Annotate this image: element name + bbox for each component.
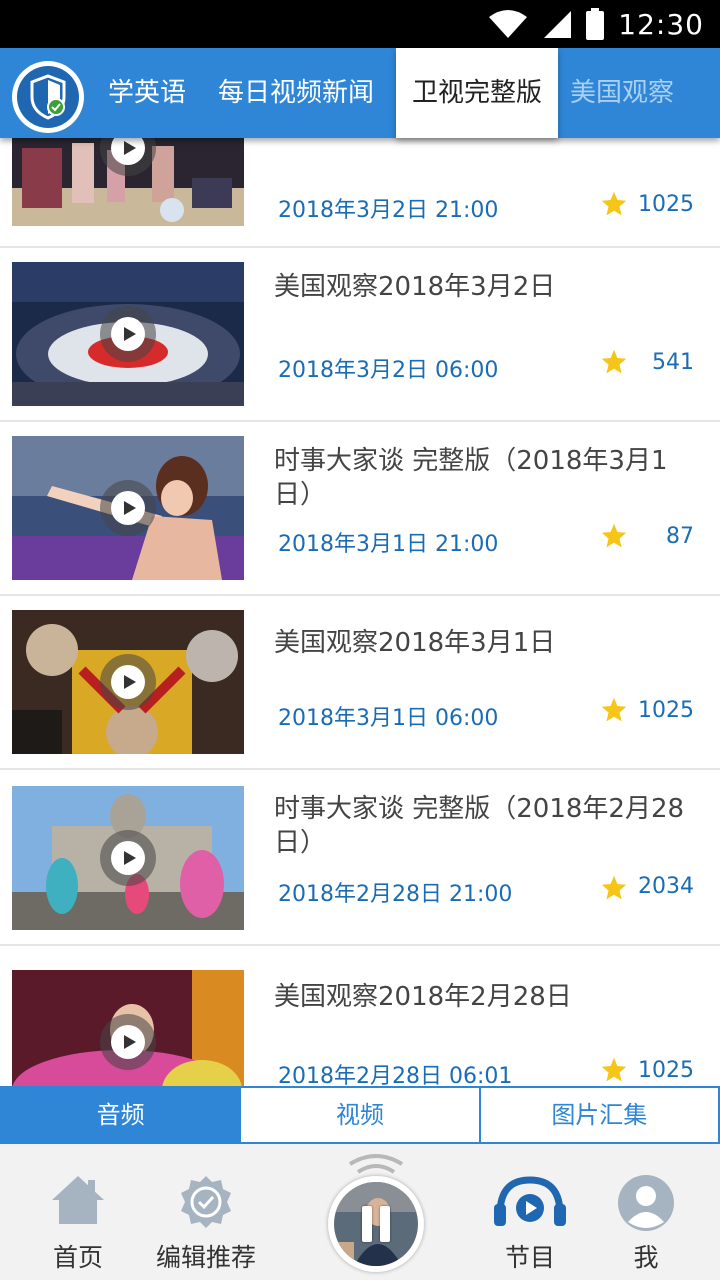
view-count: 2034 <box>638 874 694 899</box>
view-count: 1025 <box>638 192 694 217</box>
nav-editor-picks-label: 编辑推荐 <box>155 1243 256 1272</box>
video-title[interactable]: 美国观察2018年3月2日 <box>274 270 694 304</box>
star-icon[interactable] <box>600 190 628 218</box>
list-item[interactable]: 美国观察2018年2月28日 2018年2月28日 06:01 1025 <box>0 946 720 1086</box>
video-title[interactable]: 美国观察2018年2月28日 <box>274 980 694 1014</box>
video-date: 2018年3月2日 21:00 <box>278 198 499 223</box>
now-playing-artwork <box>334 1182 418 1266</box>
nav-me-label: 我 <box>633 1243 659 1272</box>
play-icon[interactable] <box>100 306 156 362</box>
home-icon <box>52 1176 104 1224</box>
tab-photo-gallery[interactable]: 图片汇集 <box>481 1088 718 1142</box>
list-item[interactable]: 2018年3月2日 21:00 1025 <box>0 138 720 248</box>
tab-video[interactable]: 视频 <box>241 1088 481 1142</box>
nav-editor-picks[interactable]: 编辑推荐 <box>136 1144 276 1280</box>
status-bar: 12:30 <box>0 0 720 48</box>
cellular-signal-icon <box>544 11 572 38</box>
video-date: 2018年3月1日 21:00 <box>278 532 499 557</box>
list-item[interactable]: 美国观察2018年3月2日 2018年3月2日 06:00 541 <box>0 248 720 422</box>
video-thumbnail[interactable] <box>12 970 244 1086</box>
list-item[interactable]: 时事大家谈 完整版（2018年2月28日） 2018年2月28日 21:00 2… <box>0 770 720 946</box>
star-icon[interactable] <box>600 348 628 376</box>
view-count: 541 <box>652 350 694 375</box>
clock: 12:30 <box>618 7 704 41</box>
tab-us-observer[interactable]: 美国观察 <box>570 48 674 138</box>
star-icon[interactable] <box>600 522 628 550</box>
app-logo[interactable] <box>12 61 84 133</box>
view-count: 87 <box>666 524 694 549</box>
top-tab-bar: 学英语 每日视频新闻 卫视完整版 美国观察 <box>0 48 720 138</box>
star-icon[interactable] <box>600 1056 628 1084</box>
play-icon[interactable] <box>100 830 156 886</box>
play-icon[interactable] <box>100 654 156 710</box>
star-icon[interactable] <box>600 874 628 902</box>
video-date: 2018年3月2日 06:00 <box>278 358 499 383</box>
player-disc[interactable] <box>328 1176 424 1272</box>
nav-home-label: 首页 <box>52 1243 103 1272</box>
video-thumbnail[interactable] <box>12 610 244 754</box>
shield-check-icon <box>30 74 66 120</box>
view-count: 1025 <box>638 1058 694 1083</box>
video-thumbnail[interactable] <box>12 436 244 580</box>
battery-icon <box>586 8 605 40</box>
user-icon <box>618 1175 674 1231</box>
tab-audio[interactable]: 音频 <box>2 1088 242 1142</box>
broadcast-waves-icon <box>348 1154 404 1174</box>
view-count: 1025 <box>638 698 694 723</box>
tab-learn-english[interactable]: 学英语 <box>108 48 186 138</box>
list-item[interactable]: 时事大家谈 完整版（2018年3月1日） 2018年3月1日 21:00 87 <box>0 422 720 596</box>
list-item[interactable]: 美国观察2018年3月1日 2018年3月1日 06:00 1025 <box>0 596 720 770</box>
tab-daily-video-news[interactable]: 每日视频新闻 <box>218 48 374 138</box>
now-playing-button[interactable] <box>326 1146 426 1280</box>
video-date: 2018年3月1日 06:00 <box>278 706 499 731</box>
nav-me[interactable]: 我 <box>576 1144 716 1280</box>
video-thumbnail[interactable] <box>12 138 244 226</box>
video-list[interactable]: 2018年3月2日 21:00 1025 美国观察2018年3月2日 2018年… <box>0 138 720 1086</box>
nav-home[interactable]: 首页 <box>8 1144 148 1280</box>
badge-check-icon <box>181 1176 231 1228</box>
video-thumbnail[interactable] <box>12 262 244 406</box>
video-title[interactable]: 时事大家谈 完整版（2018年3月1日） <box>274 444 694 512</box>
star-icon[interactable] <box>600 696 628 724</box>
wifi-icon <box>489 10 528 38</box>
video-title[interactable]: 时事大家谈 完整版（2018年2月28日） <box>274 792 694 860</box>
headphones-play-icon <box>494 1176 566 1226</box>
video-title[interactable]: 美国观察2018年3月1日 <box>274 626 694 660</box>
video-thumbnail[interactable] <box>12 786 244 930</box>
pause-icon[interactable] <box>362 1206 390 1242</box>
media-type-tabs: 音频 视频 图片汇集 <box>0 1086 720 1144</box>
video-date: 2018年2月28日 06:01 <box>278 1064 513 1086</box>
tab-tv-full-version[interactable]: 卫视完整版 <box>396 48 558 138</box>
play-icon[interactable] <box>100 480 156 536</box>
video-date: 2018年2月28日 21:00 <box>278 882 513 907</box>
play-icon[interactable] <box>100 1014 156 1070</box>
app-screen: 12:30 学英语 每日视频新闻 卫视完整版 美国观察 2018年3月2日 21… <box>0 0 720 1280</box>
